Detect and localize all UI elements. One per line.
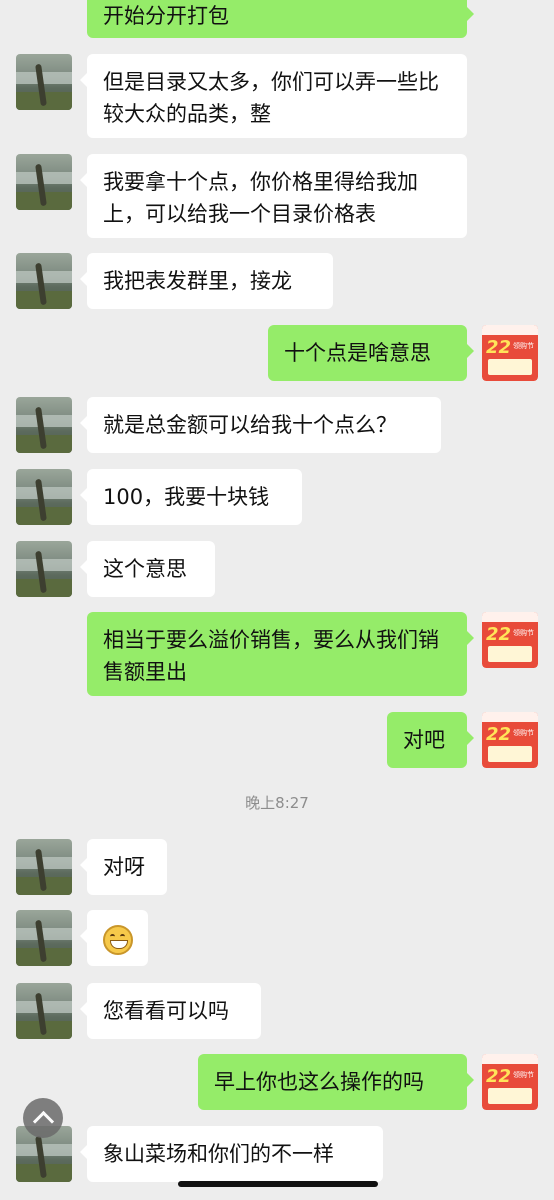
message-text: 这个意思 <box>103 557 187 581</box>
message-bubble[interactable]: 就是总金额可以给我十个点么？ <box>80 397 441 453</box>
message-text: 早上你也这么操作的吗 <box>214 1070 424 1094</box>
contact-avatar[interactable] <box>16 839 72 895</box>
message-text: 但是目录又太多，你们可以弄一些比较大众的品类，整 <box>103 70 439 126</box>
contact-avatar[interactable] <box>16 541 72 597</box>
message-text: 开始分开打包 <box>103 4 229 28</box>
contact-avatar[interactable] <box>16 397 72 453</box>
promo-number: 22 <box>486 724 512 745</box>
promo-number: 22 <box>486 624 512 645</box>
promo-number: 22 <box>486 337 512 358</box>
promo-number: 22 <box>486 1066 512 1087</box>
message-bubble[interactable]: 对吧 <box>387 712 474 768</box>
message-bubble[interactable]: 这个意思 <box>80 541 215 597</box>
contact-avatar[interactable] <box>16 154 72 210</box>
message-bubble[interactable]: 对呀 <box>80 839 167 895</box>
message-text: 象山菜场和你们的不一样 <box>103 1142 334 1166</box>
contact-avatar[interactable] <box>16 469 72 525</box>
my-avatar[interactable]: 22 领购节 <box>482 712 538 768</box>
message-text: 对呀 <box>103 855 145 879</box>
chat-timestamp: 晚上8:27 <box>245 794 309 812</box>
my-avatar[interactable]: 22 领购节 <box>482 612 538 668</box>
message-text: 我要拿十个点，你价格里得给我加上，可以给我一个目录价格表 <box>103 170 418 226</box>
promo-tag: 领购节 <box>513 729 534 737</box>
message-bubble[interactable]: 早上你也这么操作的吗 <box>198 1054 474 1110</box>
message-bubble[interactable] <box>80 910 148 966</box>
home-indicator[interactable] <box>178 1181 378 1187</box>
message-text: 就是总金额可以给我十个点么？ <box>103 413 397 437</box>
my-avatar[interactable]: 22 领购节 <box>482 325 538 381</box>
message-text: 100，我要十块钱 <box>103 485 270 509</box>
message-text: 您看看可以吗 <box>103 999 229 1023</box>
message-bubble[interactable]: 相当于要么溢价销售，要么从我们销售额里出 <box>87 612 474 696</box>
promo-tag: 领购节 <box>513 629 534 637</box>
chevron-up-icon[interactable] <box>23 1098 63 1138</box>
message-text: 相当于要么溢价销售，要么从我们销售额里出 <box>103 628 439 684</box>
message-bubble[interactable]: 象山菜场和你们的不一样 <box>80 1126 383 1182</box>
message-bubble[interactable]: 我把表发群里，接龙 <box>80 253 333 309</box>
message-bubble[interactable]: 100，我要十块钱 <box>80 469 302 525</box>
message-bubble[interactable]: 但是目录又太多，你们可以弄一些比较大众的品类，整 <box>80 54 467 138</box>
contact-avatar[interactable] <box>16 983 72 1039</box>
message-text: 十个点是啥意思 <box>284 341 431 365</box>
message-bubble[interactable]: 我要拿十个点，你价格里得给我加上，可以给我一个目录价格表 <box>80 154 467 238</box>
contact-avatar[interactable] <box>16 54 72 110</box>
message-bubble[interactable]: 十个点是啥意思 <box>268 325 474 381</box>
message-bubble[interactable]: 您看看可以吗 <box>80 983 261 1039</box>
promo-tag: 领购节 <box>513 342 534 350</box>
promo-tag: 领购节 <box>513 1071 534 1079</box>
message-text: 我把表发群里，接龙 <box>103 269 292 293</box>
contact-avatar[interactable] <box>16 910 72 966</box>
my-avatar[interactable]: 22 领购节 <box>482 1054 538 1110</box>
message-text: 对吧 <box>403 728 445 752</box>
message-bubble[interactable]: 开始分开打包 <box>87 0 474 38</box>
grinning-face-icon <box>103 925 133 955</box>
contact-avatar[interactable] <box>16 253 72 309</box>
